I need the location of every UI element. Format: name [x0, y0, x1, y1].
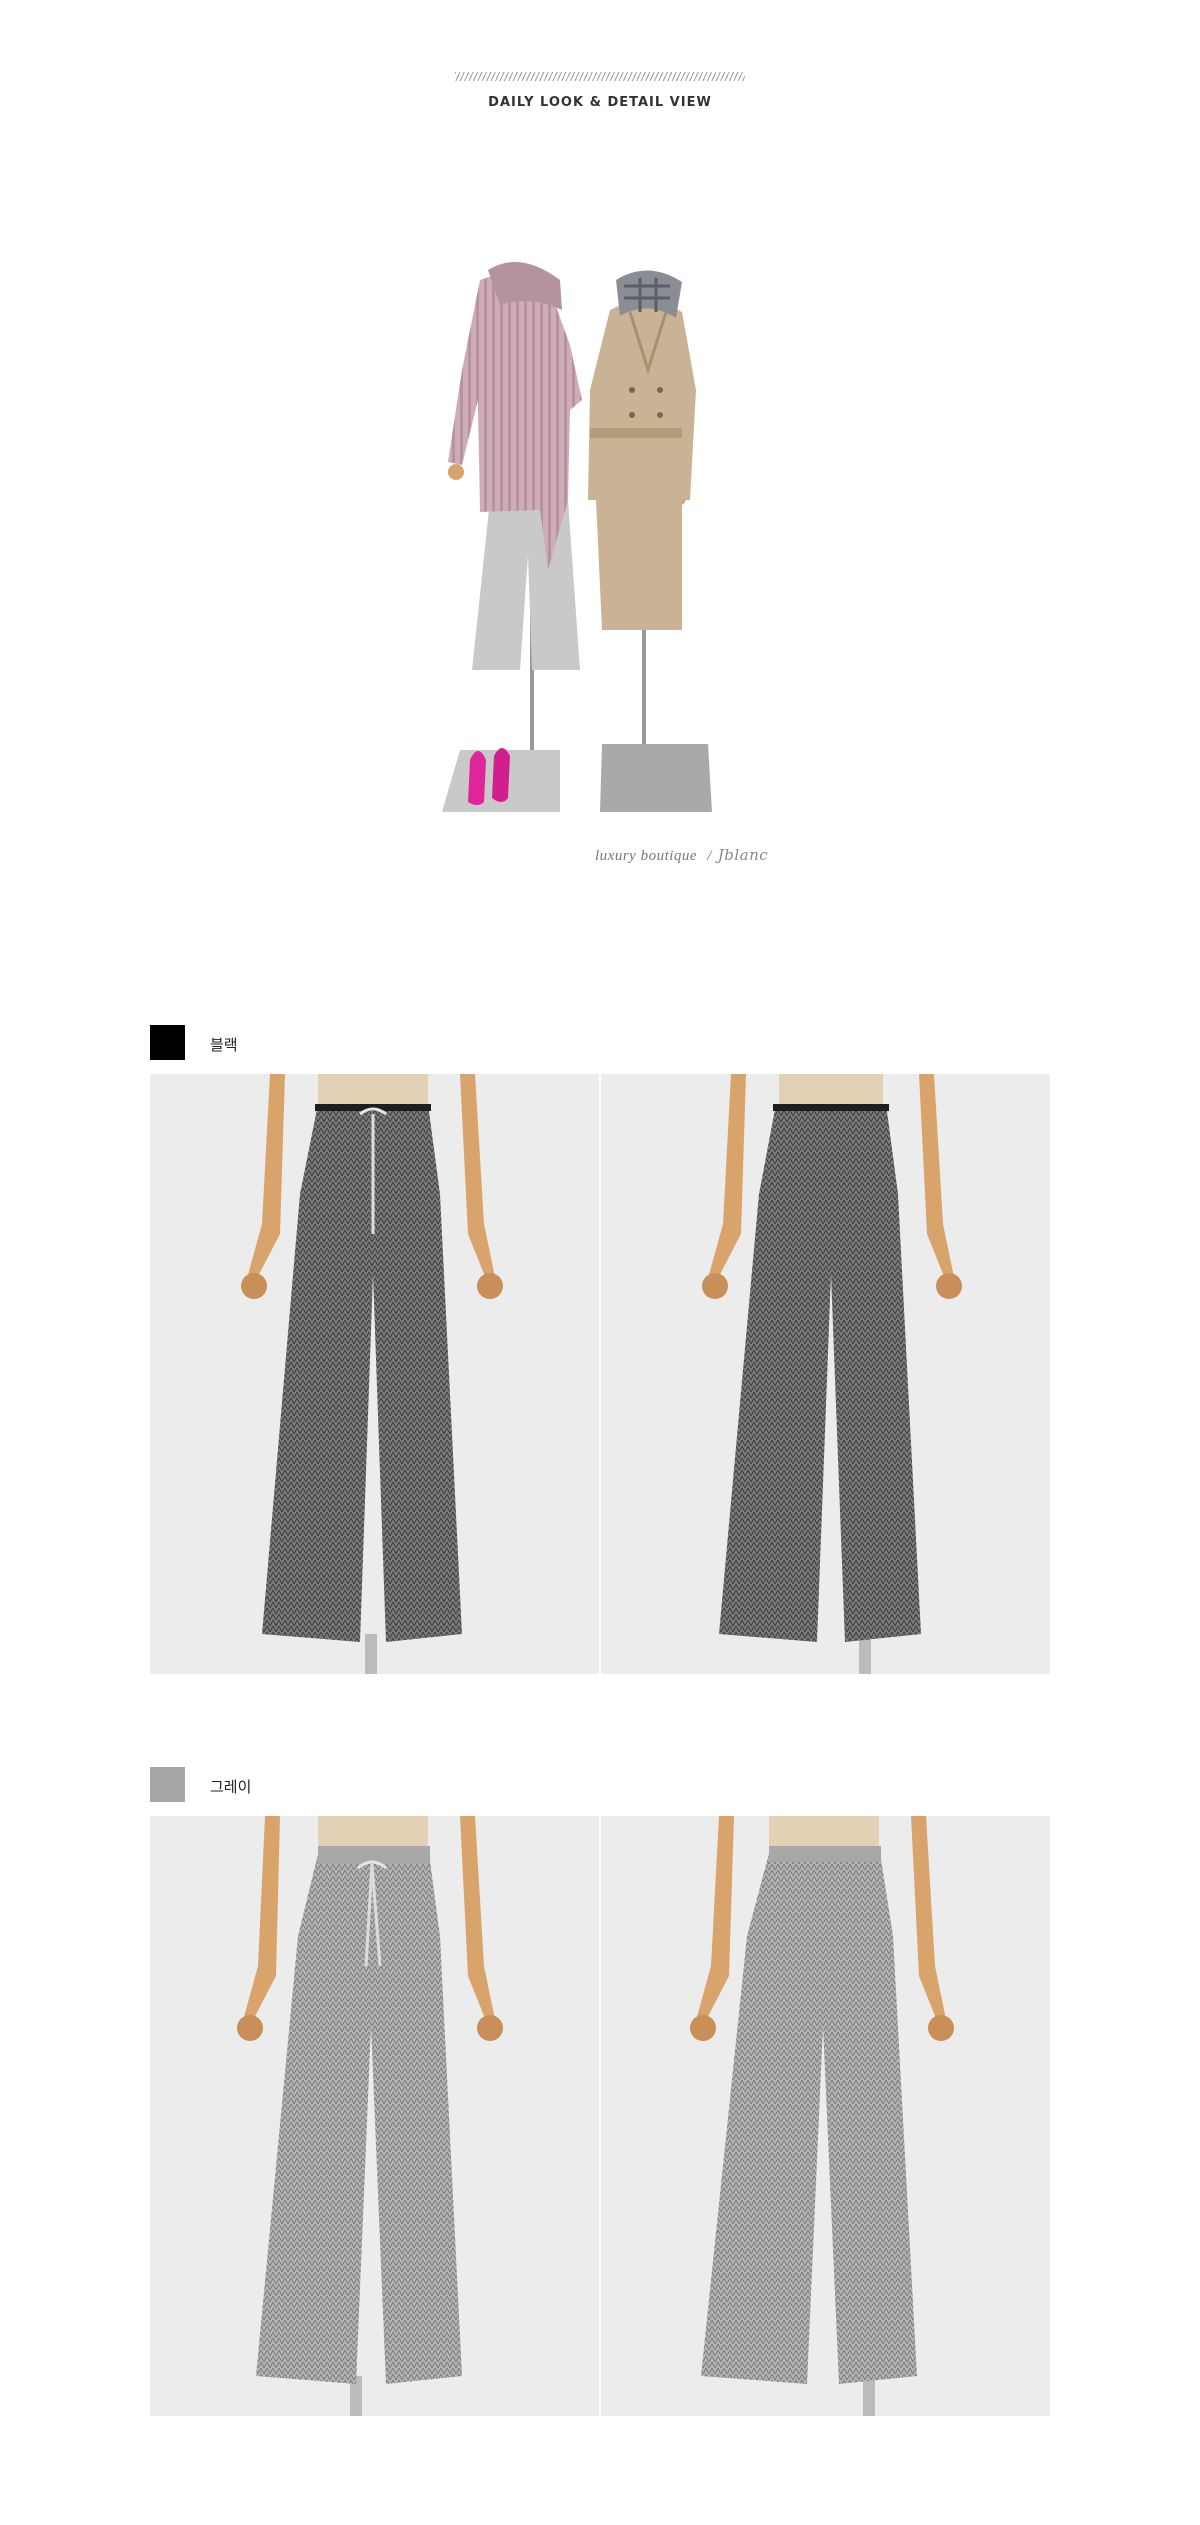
- color-section-black: 블랙: [150, 1025, 1050, 1674]
- color-option-row: 블랙: [150, 1025, 1050, 1061]
- product-photo-back-gray: [601, 1816, 1050, 2416]
- brand-separator: /: [707, 848, 712, 864]
- product-photo-front-gray: [150, 1816, 599, 2416]
- color-label-gray: 그레이: [210, 1778, 252, 1796]
- photo-pair-gray: [150, 1816, 1050, 2416]
- color-swatch-black: [150, 1025, 185, 1060]
- section-header: DAILY LOOK & DETAIL VIEW: [0, 72, 1200, 110]
- color-section-gray: 그레이: [150, 1767, 1050, 2416]
- color-option-row: 그레이: [150, 1767, 1050, 1803]
- photo-pair-black: [150, 1074, 1050, 1674]
- product-photo-front-black: [150, 1074, 599, 1674]
- product-photo-back-black: [601, 1074, 1050, 1674]
- brand-line: luxury boutique / Jblanc: [595, 846, 768, 865]
- brand-signature: Jblanc: [717, 846, 769, 864]
- page-title: DAILY LOOK & DETAIL VIEW: [488, 95, 712, 110]
- hatched-divider: [455, 72, 745, 81]
- brand-tagline: luxury boutique: [595, 848, 698, 864]
- color-swatch-gray: [150, 1767, 185, 1802]
- daily-look-image: [420, 250, 760, 830]
- color-label-black: 블랙: [210, 1036, 238, 1054]
